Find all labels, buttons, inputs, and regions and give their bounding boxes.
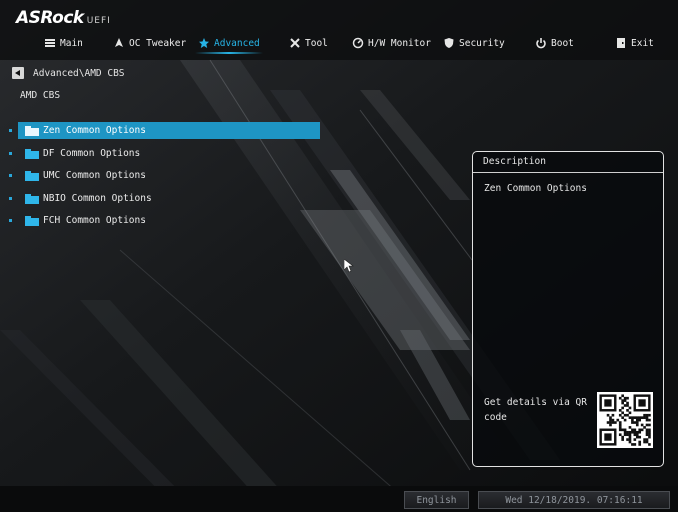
brand-suffix: UEFI — [86, 16, 111, 26]
bullet-icon — [9, 152, 12, 155]
tab-oc-tweaker-label: OC Tweaker — [129, 37, 187, 49]
bullet-icon — [9, 197, 12, 200]
power-icon — [536, 38, 546, 49]
folder-icon — [25, 170, 39, 181]
mouse-cursor-icon — [344, 259, 354, 273]
tab-main[interactable]: Main — [44, 35, 83, 51]
folder-icon — [25, 215, 39, 226]
wrench-icon — [290, 38, 300, 48]
tab-advanced[interactable]: Advanced — [195, 35, 263, 54]
rocket-icon — [115, 38, 123, 47]
bullet-icon — [9, 174, 12, 177]
tab-advanced-label: Advanced — [214, 37, 260, 49]
back-arrow-icon[interactable] — [12, 67, 24, 79]
footer-bar: English Wed 12/18/2019. 07:16:11 — [0, 489, 678, 512]
description-panel: Description Zen Common Options Get detai… — [472, 151, 664, 467]
tab-boot-label: Boot — [551, 37, 574, 49]
brand-name: ASRock — [16, 8, 84, 28]
menu-item-umc-common-options[interactable]: UMC Common Options — [9, 167, 320, 184]
tab-security-label: Security — [459, 37, 505, 49]
folder-icon — [25, 193, 39, 204]
qr-caption: Get details via QR code — [484, 397, 587, 423]
language-button[interactable]: English — [404, 491, 469, 509]
page-title: AMD CBS — [20, 90, 61, 101]
breadcrumb-path: Advanced\AMD CBS — [33, 67, 125, 79]
bullet-icon — [9, 129, 12, 132]
folder-icon — [25, 125, 39, 136]
tab-boot[interactable]: Boot — [535, 35, 574, 51]
description-header: Description — [473, 152, 663, 173]
list-icon — [45, 39, 55, 47]
datetime-display: Wed 12/18/2019. 07:16:11 — [478, 491, 670, 509]
tab-tool-label: Tool — [305, 37, 328, 49]
tab-oc-tweaker[interactable]: OC Tweaker — [113, 35, 186, 51]
tab-exit[interactable]: Exit — [615, 35, 654, 51]
door-icon — [617, 38, 625, 48]
menu-item-label: FCH Common Options — [43, 215, 146, 226]
menu-item-label: DF Common Options — [43, 148, 141, 159]
tab-security[interactable]: Security — [443, 35, 505, 51]
menu-item-label: NBIO Common Options — [43, 193, 152, 204]
top-nav: Main OC Tweaker Advanced Tool H/W Monito… — [0, 32, 678, 54]
folder-icon — [25, 148, 39, 159]
description-title: Description — [483, 156, 546, 167]
menu-item-df-common-options[interactable]: DF Common Options — [9, 145, 320, 162]
menu-item-label: Zen Common Options — [43, 125, 146, 136]
tab-tool[interactable]: Tool — [289, 35, 328, 51]
tab-main-label: Main — [60, 37, 83, 49]
menu-item-label: UMC Common Options — [43, 170, 146, 181]
shield-icon — [444, 38, 454, 48]
tab-hw-monitor[interactable]: H/W Monitor — [352, 35, 431, 51]
menu-item-fch-common-options[interactable]: FCH Common Options — [9, 212, 320, 229]
monitor-gauge-icon — [352, 37, 364, 49]
breadcrumb: Advanced\AMD CBS — [12, 66, 125, 80]
description-text: Zen Common Options — [484, 183, 587, 194]
tab-exit-label: Exit — [631, 37, 654, 49]
asrock-logo: ASRock UEFI — [16, 8, 111, 28]
bullet-icon — [9, 219, 12, 222]
menu-item-zen-common-options[interactable]: Zen Common Options — [9, 122, 320, 139]
menu-item-nbio-common-options[interactable]: NBIO Common Options — [9, 190, 320, 207]
star-icon — [199, 38, 209, 48]
qr-code-icon — [597, 392, 653, 448]
tab-hw-monitor-label: H/W Monitor — [368, 37, 431, 49]
